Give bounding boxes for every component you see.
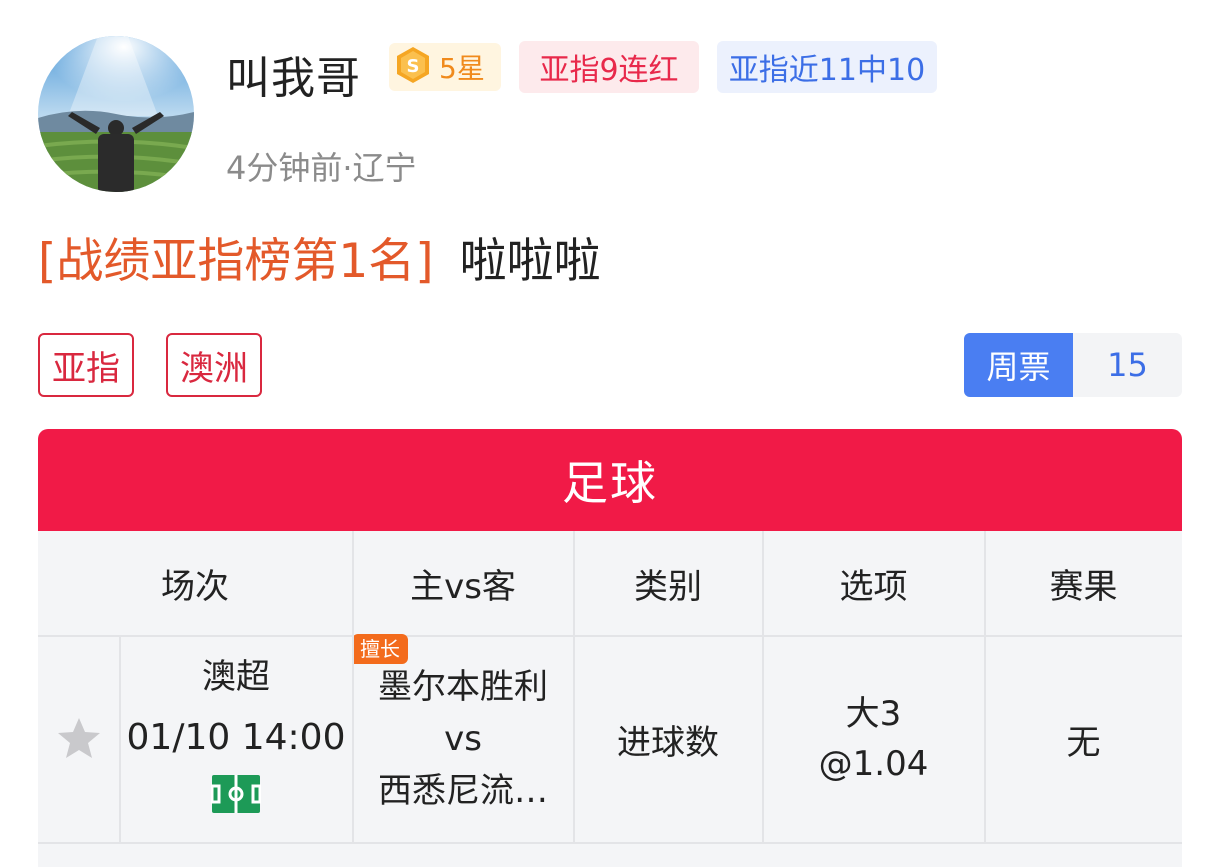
column-divider (119, 636, 121, 842)
chip-australia[interactable]: 澳洲 (166, 333, 262, 397)
match-info: 澳超 01/10 14:00 (120, 636, 352, 842)
teams-cell: 墨尔本胜利 vs 西悉尼流… (353, 636, 573, 842)
result-cell: 无 (1066, 722, 1101, 763)
weekly-ticket-value: 15 (1107, 346, 1148, 384)
chip-asian-handicap[interactable]: 亚指 (38, 333, 134, 397)
weekly-ticket[interactable]: 周票 15 (964, 333, 1182, 397)
match-table: 场次 主vs客 类别 选项 赛果 澳超 01/10 14:00 擅长 墨尔本胜利… (38, 531, 1182, 867)
medal-icon: S (393, 45, 433, 89)
league-name: 澳超 (202, 657, 270, 697)
match-card[interactable]: 足球 场次 主vs客 类别 选项 赛果 澳超 01/10 14:00 擅长 墨尔… (38, 429, 1182, 867)
match-datetime: 01/10 14:00 (126, 717, 346, 758)
record-tag: 亚指近11中10 (717, 41, 937, 93)
avatar[interactable] (38, 36, 194, 192)
header-match: 场次 (161, 566, 229, 607)
category-cell: 进球数 (617, 722, 719, 763)
pitch-icon (210, 774, 262, 818)
vs-label: vs (444, 719, 482, 759)
table-row[interactable]: 澳超 01/10 14:00 擅长 墨尔本胜利 vs 西悉尼流… 进球数 大3 … (38, 634, 1182, 842)
post-content: 啦啦啦 (459, 234, 601, 289)
post-headline[interactable]: [战绩亚指榜第1名] 啦啦啦 (38, 222, 601, 291)
star-level-text: 5星 (439, 52, 485, 85)
weekly-ticket-label: 周票 (964, 333, 1073, 397)
username[interactable]: 叫我哥 (226, 42, 361, 106)
svg-text:S: S (407, 56, 420, 77)
option-cell: 大3 @1.04 (763, 636, 984, 842)
row-divider (38, 842, 1182, 844)
column-divider (352, 531, 354, 842)
header-option: 选项 (839, 566, 908, 607)
column-divider (762, 531, 764, 842)
away-team: 西悉尼流… (378, 771, 548, 811)
streak-tag: 亚指9连红 (519, 41, 699, 93)
column-divider (984, 531, 986, 842)
option-odds: @1.04 (818, 744, 929, 784)
table-header-row: 场次 主vs客 类别 选项 赛果 (38, 531, 1182, 635)
option-line: 大3 (845, 694, 902, 734)
rank-title: [战绩亚指榜第1名] (38, 234, 434, 289)
column-divider (573, 531, 575, 842)
header-category: 类别 (634, 566, 702, 607)
star-level-badge: S 5星 (389, 43, 501, 91)
home-team: 墨尔本胜利 (378, 667, 548, 707)
header-teams: 主vs客 (410, 566, 516, 607)
card-title: 足球 (38, 429, 1182, 531)
star-icon[interactable] (56, 716, 102, 764)
header-result: 赛果 (1049, 566, 1118, 607)
post-time-location: 4分钟前·辽宁 (226, 149, 417, 187)
